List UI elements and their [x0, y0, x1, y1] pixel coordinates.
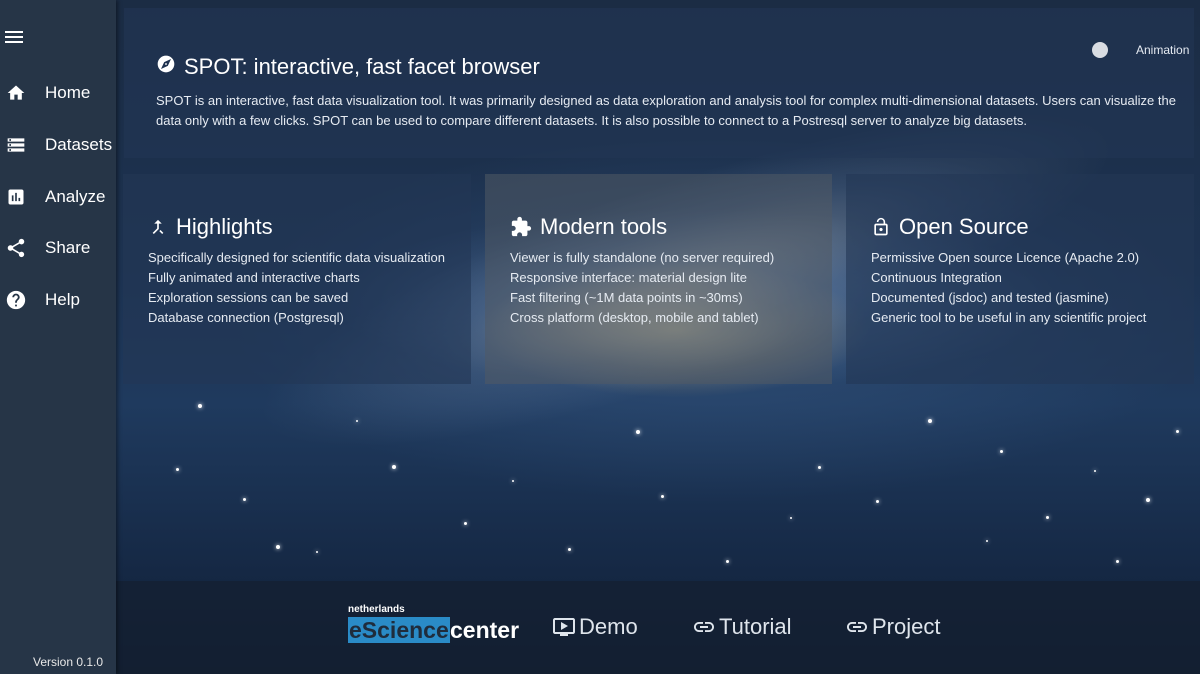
list-item: Fast filtering (~1M data points in ~30ms… [510, 290, 743, 305]
home-icon [0, 81, 32, 105]
star-dot [1094, 470, 1096, 472]
demo-icon [552, 615, 576, 639]
lock-open-icon [871, 216, 891, 238]
sidebar: Home Datasets Analyze Share Help Version… [0, 0, 116, 674]
logo-center-text: center [450, 617, 520, 643]
star-dot [876, 500, 879, 503]
project-link[interactable]: Project [845, 614, 940, 640]
animation-label: Animation [1136, 43, 1190, 57]
hamburger-menu-icon[interactable] [5, 28, 27, 50]
logo-small-text: netherlands [348, 604, 405, 615]
sidebar-item-label: Help [45, 290, 80, 309]
compass-icon [156, 54, 176, 80]
card-highlights: Highlights Specifically designed for sci… [123, 174, 471, 384]
star-dot [928, 419, 932, 423]
list-item: Permissive Open source Licence (Apache 2… [871, 250, 1140, 265]
project-link-label: Project [872, 614, 941, 639]
star-dot [464, 522, 467, 525]
sidebar-item-share[interactable]: Share [0, 228, 116, 268]
list-item: Viewer is fully standalone (no server re… [510, 250, 775, 265]
card-modern-tools: Modern tools Viewer is fully standalone … [485, 174, 832, 384]
logo-science-text: eScience [348, 617, 450, 643]
main-content: SPOT: interactive, fast facet browser SP… [116, 0, 1200, 674]
sidebar-item-label: Analyze [45, 187, 106, 206]
card-title-text: Highlights [176, 214, 273, 239]
card-title: Modern tools [510, 214, 667, 240]
link-icon [692, 615, 716, 639]
star-dot [986, 540, 988, 542]
sidebar-item-label: Home [45, 83, 91, 102]
star-dot [176, 468, 179, 471]
star-dot [1116, 560, 1119, 563]
sidebar-item-home[interactable]: Home [0, 73, 116, 113]
demo-link[interactable]: Demo [552, 614, 638, 640]
list-item: Fully animated and interactive charts [148, 270, 360, 285]
storage-icon [0, 133, 32, 157]
feature-list: Viewer is fully standalone (no server re… [510, 248, 810, 328]
star-dot [818, 466, 821, 469]
star-dot [276, 545, 280, 549]
link-icon [845, 615, 869, 639]
help-icon [0, 288, 32, 312]
star-dot [316, 551, 318, 553]
star-dot [661, 495, 664, 498]
share-icon [0, 236, 32, 260]
demo-link-label: Demo [579, 614, 638, 639]
star-dot [1046, 516, 1049, 519]
intro-card: SPOT: interactive, fast facet browser SP… [124, 8, 1194, 158]
escience-center-logo[interactable]: netherlands eScience center [348, 604, 533, 652]
chart-icon [0, 185, 32, 209]
tutorial-link-label: Tutorial [719, 614, 792, 639]
star-dot [726, 560, 729, 563]
card-title-text: Modern tools [540, 214, 668, 239]
animation-toggle[interactable] [1092, 42, 1108, 58]
star-dot [512, 480, 514, 482]
list-item: Generic tool to be useful in any scienti… [871, 310, 1147, 325]
sidebar-item-help[interactable]: Help [0, 280, 116, 320]
star-dot [636, 430, 640, 434]
card-title: Open Source [871, 214, 1029, 240]
page-title: SPOT: interactive, fast facet browser [156, 54, 540, 80]
list-item: Continuous Integration [871, 270, 1002, 285]
star-dot [1146, 498, 1150, 502]
version-label: Version 0.1.0 [33, 655, 104, 669]
list-item: Cross platform (desktop, mobile and tabl… [510, 310, 759, 325]
list-item: Database connection (Postgresql) [148, 310, 344, 325]
feature-list: Specifically designed for scientific dat… [148, 248, 446, 328]
list-item: Specifically designed for scientific dat… [148, 250, 445, 265]
star-dot [568, 548, 571, 551]
star-dot [1000, 450, 1003, 453]
star-dot [1176, 430, 1179, 433]
sidebar-item-label: Datasets [45, 135, 113, 154]
star-dot [392, 465, 396, 469]
star-dot [356, 420, 358, 422]
card-open-source: Open Source Permissive Open source Licen… [846, 174, 1194, 384]
star-dot [198, 404, 202, 408]
toggle-thumb[interactable] [1092, 42, 1108, 58]
card-title-text: Open Source [899, 214, 1029, 239]
tutorial-link[interactable]: Tutorial [692, 614, 792, 640]
footer: netherlands eScience center Demo Tutoria… [116, 581, 1200, 674]
feature-list: Permissive Open source Licence (Apache 2… [871, 248, 1171, 328]
star-dot [243, 498, 246, 501]
list-item: Responsive interface: material design li… [510, 270, 748, 285]
star-dot [790, 517, 792, 519]
card-title: Highlights [148, 214, 273, 240]
intro-description: SPOT is an interactive, fast data visual… [156, 93, 1176, 128]
list-item: Documented (jsdoc) and tested (jasmine) [871, 290, 1109, 305]
sidebar-item-datasets[interactable]: Datasets [0, 125, 116, 165]
page-title-text: SPOT: interactive, fast facet browser [184, 54, 540, 79]
sidebar-item-label: Share [45, 238, 91, 257]
sidebar-item-analyze[interactable]: Analyze [0, 177, 116, 217]
merge-icon [148, 217, 168, 237]
puzzle-icon [510, 216, 532, 238]
list-item: Exploration sessions can be saved [148, 290, 349, 305]
